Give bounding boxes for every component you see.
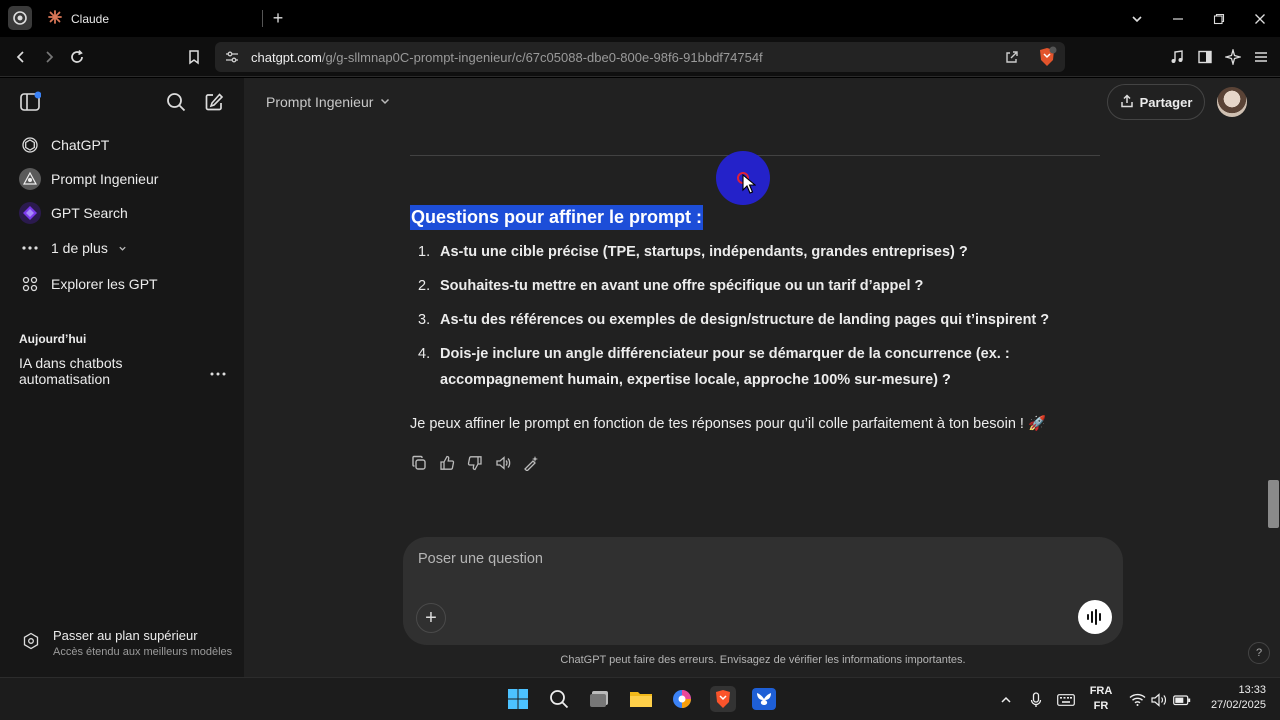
- window-controls: [1116, 0, 1280, 37]
- windows-taskbar: FRA FR 13:33 27/02/2025: [0, 677, 1280, 720]
- windows-start-icon[interactable]: [505, 686, 531, 712]
- show-hidden-icons-chevron[interactable]: [997, 678, 1015, 720]
- scrollbar-thumb[interactable]: [1268, 480, 1279, 528]
- message-heading: Questions pour affiner le prompt :: [410, 205, 704, 230]
- edit-in-canvas-icon[interactable]: [522, 454, 540, 472]
- message-closing-text: Je peux affiner le prompt en fonction de…: [410, 416, 1047, 432]
- url-text: chatgpt.com/g/g-sllmnap0C-prompt-ingenie…: [251, 50, 763, 65]
- site-settings-icon[interactable]: [225, 50, 239, 69]
- sidebar-item-chatgpt[interactable]: ChatGPT: [8, 129, 236, 161]
- list-item: 2. Souhaites-tu mettre en avant une offre…: [418, 278, 924, 294]
- copy-icon[interactable]: [410, 454, 428, 472]
- message-actions: [410, 454, 540, 472]
- upgrade-title: Passer au plan supérieur: [53, 628, 198, 643]
- sidebar-item-more[interactable]: 1 de plus: [8, 232, 236, 264]
- task-view-icon[interactable]: [587, 686, 613, 712]
- claude-favicon-icon: [48, 10, 62, 27]
- tab-title: Claude: [71, 11, 110, 26]
- model-selector[interactable]: Prompt Ingenieur: [266, 94, 391, 110]
- volume-icon[interactable]: [1149, 678, 1169, 720]
- sidebar-toggle-icon[interactable]: [1191, 43, 1219, 71]
- close-sidebar-icon[interactable]: [18, 90, 42, 114]
- conversation-options-icon[interactable]: [210, 363, 226, 379]
- brave-browser-icon[interactable]: [710, 686, 736, 712]
- gpt-search-icon: [19, 202, 41, 224]
- forward-icon[interactable]: [35, 43, 63, 71]
- conversation-item[interactable]: IA dans chatbots automatisation: [8, 355, 236, 387]
- microphone-icon[interactable]: [1027, 678, 1045, 720]
- sidebar-item-label: Explorer les GPT: [51, 276, 158, 292]
- list-item: 1. As-tu une cible précise (TPE, startups…: [418, 244, 968, 260]
- chevron-down-icon: [118, 240, 127, 256]
- list-item: 4. Dois-je inclure un angle différenciate…: [418, 346, 1010, 388]
- tab-separator: [262, 10, 263, 27]
- browser-menu-hamburger-icon[interactable]: [1247, 43, 1275, 71]
- question-list: 1. As-tu une cible précise (TPE, startups…: [410, 239, 1090, 401]
- sidebar-item-label: Prompt Ingenieur: [51, 171, 159, 187]
- address-bar[interactable]: chatgpt.com/g/g-sllmnap0C-prompt-ingenie…: [215, 42, 1065, 72]
- bookmark-icon[interactable]: [180, 43, 208, 71]
- sidebar-item-label: ChatGPT: [51, 137, 110, 153]
- taskbar-search-icon[interactable]: [546, 686, 572, 712]
- model-name: Prompt Ingenieur: [266, 94, 374, 110]
- sidebar-item-explorer[interactable]: Explorer les GPT: [8, 268, 236, 300]
- help-button[interactable]: ?: [1248, 642, 1270, 664]
- upgrade-subtitle: Accès étendu aux meilleurs modèles: [53, 646, 233, 658]
- browser-titlebar: Claude +: [0, 0, 1280, 37]
- more-dots-icon: [19, 237, 41, 259]
- history-section-title: Aujourd’hui: [19, 332, 87, 346]
- minimize-icon[interactable]: [1157, 0, 1198, 37]
- browser-tab[interactable]: Claude: [36, 2, 262, 35]
- file-explorer-icon[interactable]: [628, 686, 654, 712]
- sidebar: ChatGPT Prompt Ingenieur GPT Search 1 de…: [0, 78, 244, 677]
- attach-plus-icon[interactable]: +: [416, 603, 446, 633]
- brave-shields-icon[interactable]: [1037, 46, 1057, 73]
- input-language-indicator[interactable]: FRA FR: [1088, 684, 1114, 714]
- new-chat-icon[interactable]: [202, 90, 226, 114]
- upgrade-plan-button[interactable]: Passer au plan supérieur Accès étendu au…: [8, 624, 236, 662]
- thumbs-down-icon[interactable]: [466, 454, 484, 472]
- browser-toolbar: chatgpt.com/g/g-sllmnap0C-prompt-ingenie…: [0, 37, 1280, 77]
- bluesky-app-icon[interactable]: [751, 686, 777, 712]
- sidebar-item-label: 1 de plus: [51, 240, 108, 256]
- new-tab-icon[interactable]: +: [268, 8, 288, 28]
- read-aloud-icon[interactable]: [494, 454, 512, 472]
- gpt-avatar-icon: [19, 168, 41, 190]
- back-icon[interactable]: [7, 43, 35, 71]
- upgrade-icon: [22, 632, 40, 655]
- battery-icon[interactable]: [1172, 678, 1192, 720]
- leo-ai-icon[interactable]: [1219, 43, 1247, 71]
- voice-mode-icon[interactable]: [1078, 600, 1112, 634]
- search-icon[interactable]: [164, 90, 188, 114]
- thumbs-up-icon[interactable]: [438, 454, 456, 472]
- tab-search-chevron-icon[interactable]: [1116, 0, 1157, 37]
- restore-icon[interactable]: [1198, 0, 1239, 37]
- openai-logo-icon: [19, 134, 41, 156]
- close-window-icon[interactable]: [1239, 0, 1280, 37]
- system-clock[interactable]: 13:33 27/02/2025: [1196, 683, 1266, 713]
- mouse-pointer-icon: [742, 174, 756, 194]
- reload-icon[interactable]: [63, 43, 91, 71]
- disclaimer-text: ChatGPT peut faire des erreurs. Envisage…: [560, 654, 966, 666]
- media-icon[interactable]: [1163, 43, 1191, 71]
- sidebar-item-prompt-ingenieur[interactable]: Prompt Ingenieur: [8, 163, 236, 195]
- keyboard-icon[interactable]: [1055, 678, 1077, 720]
- message-composer[interactable]: Poser une question +: [403, 537, 1123, 645]
- list-item: 3. As-tu des références ou exemples de de…: [418, 312, 1050, 328]
- conversation-title: IA dans chatbots automatisation: [19, 355, 123, 387]
- share-icon: [1120, 93, 1134, 111]
- wifi-icon[interactable]: [1127, 678, 1147, 720]
- sidebar-item-label: GPT Search: [51, 205, 128, 221]
- grid-icon: [19, 273, 41, 295]
- share-button[interactable]: Partager: [1107, 84, 1205, 120]
- share-page-icon[interactable]: [1004, 49, 1020, 70]
- sidebar-item-gpt-search[interactable]: GPT Search: [8, 197, 236, 229]
- color-app-icon[interactable]: [669, 686, 695, 712]
- composer-placeholder[interactable]: Poser une question: [418, 551, 543, 567]
- share-label: Partager: [1139, 94, 1193, 110]
- browser-menu-icon[interactable]: [8, 6, 32, 30]
- chevron-down-icon: [379, 94, 391, 110]
- user-avatar[interactable]: [1217, 87, 1247, 117]
